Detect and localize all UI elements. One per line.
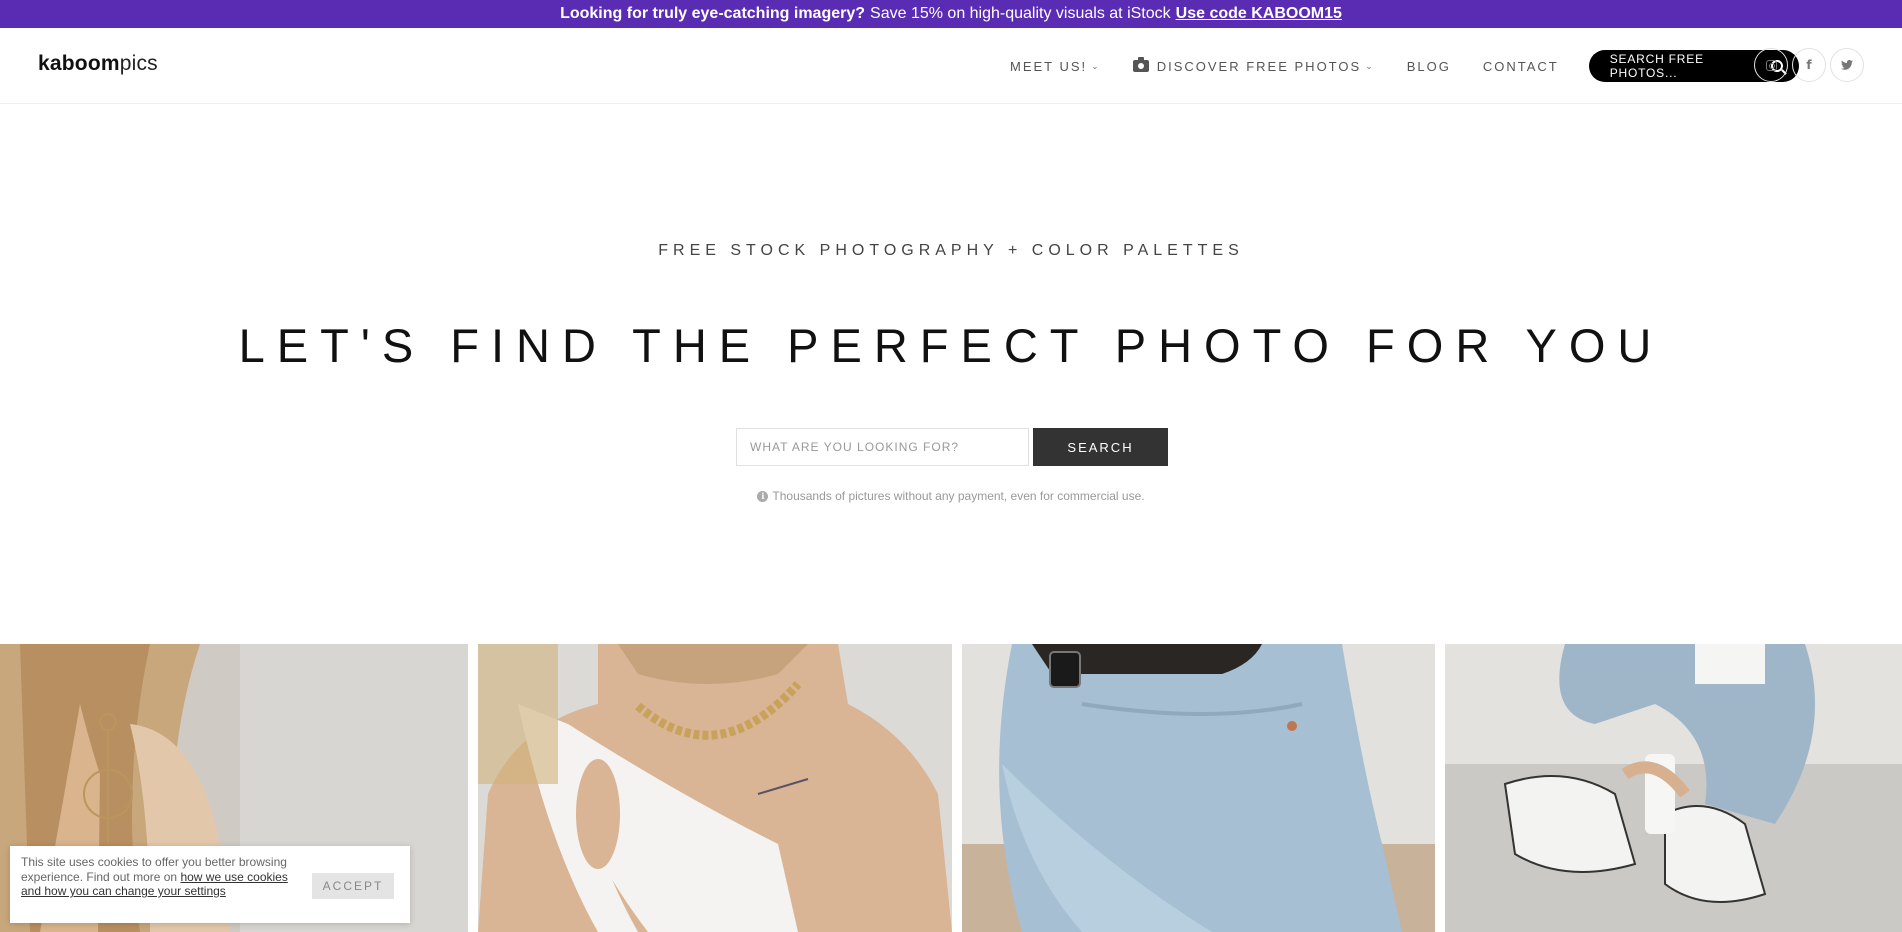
photo-necklace-image: [478, 644, 952, 932]
photo-jeans-image: [962, 644, 1435, 932]
facebook-button[interactable]: f: [1792, 48, 1826, 82]
promo-banner: Looking for truly eye-catching imagery? …: [0, 0, 1902, 28]
nav-blog-label: BLOG: [1406, 58, 1451, 74]
hero-note: i Thousands of pictures without any paym…: [0, 489, 1902, 503]
hero-note-text: Thousands of pictures without any paymen…: [772, 489, 1145, 503]
twitter-icon: [1841, 60, 1853, 70]
camera-icon: [1132, 57, 1149, 72]
chevron-down-icon: ⌄: [1365, 60, 1375, 71]
hero-search-button[interactable]: SEARCH: [1033, 428, 1168, 466]
info-icon: i: [757, 490, 769, 502]
nav-contact[interactable]: CONTACT: [1483, 59, 1559, 74]
nav-contact-label: CONTACT: [1482, 58, 1559, 74]
nav-discover-label: DISCOVER FREE PHOTOS: [1156, 58, 1362, 74]
nav-meet-us[interactable]: MEET US! ⌄: [1010, 59, 1101, 74]
nav-meet-us-label: MEET US!: [1010, 58, 1088, 74]
hero-search-input[interactable]: [736, 428, 1029, 466]
chevron-down-icon: ⌄: [1091, 60, 1101, 71]
photo-sneakers-image: [1445, 644, 1902, 932]
promo-lead: Looking for truly eye-catching imagery?: [560, 5, 866, 22]
nav-discover[interactable]: DISCOVER FREE PHOTOS ⌄: [1132, 57, 1375, 74]
promo-text: Save 15% on high-quality visuals at iSto…: [870, 5, 1171, 22]
cookie-accept-button[interactable]: ACCEPT: [312, 873, 394, 899]
cookie-consent: This site uses cookies to offer you bett…: [10, 846, 410, 923]
hero-search-form: SEARCH: [736, 428, 1168, 466]
promo-code-link[interactable]: Use code KABOOM15: [1176, 5, 1342, 23]
site-logo[interactable]: kaboompics: [38, 52, 158, 76]
logo-light-part: pics: [119, 52, 158, 75]
photo-necklace[interactable]: [478, 644, 952, 932]
hero-title: LET'S FIND THE PERFECT PHOTO FOR YOU: [238, 319, 1664, 372]
photo-sneakers[interactable]: [1445, 644, 1902, 932]
photo-jeans[interactable]: [962, 644, 1435, 932]
logo-bold-part: kaboom: [38, 52, 120, 75]
instagram-icon: [1765, 59, 1777, 71]
hero-subtitle: FREE STOCK PHOTOGRAPHY + COLOR PALETTES: [658, 242, 1244, 259]
twitter-button[interactable]: t: [1830, 48, 1864, 82]
site-header: kaboompics MEET US! ⌄ DISCOVER FREE PHOT…: [0, 28, 1902, 104]
facebook-icon: f: [1806, 58, 1812, 72]
instagram-button[interactable]: [1754, 48, 1788, 82]
header-search-label: SEARCH FREE PHOTOS...: [1609, 52, 1704, 80]
social-links: f t: [1754, 48, 1868, 82]
cookie-text: This site uses cookies to offer you bett…: [21, 855, 301, 923]
main-nav: MEET US! ⌄ DISCOVER FREE PHOTOS ⌄ BLOG C…: [1010, 28, 1799, 104]
nav-blog[interactable]: BLOG: [1407, 59, 1451, 74]
